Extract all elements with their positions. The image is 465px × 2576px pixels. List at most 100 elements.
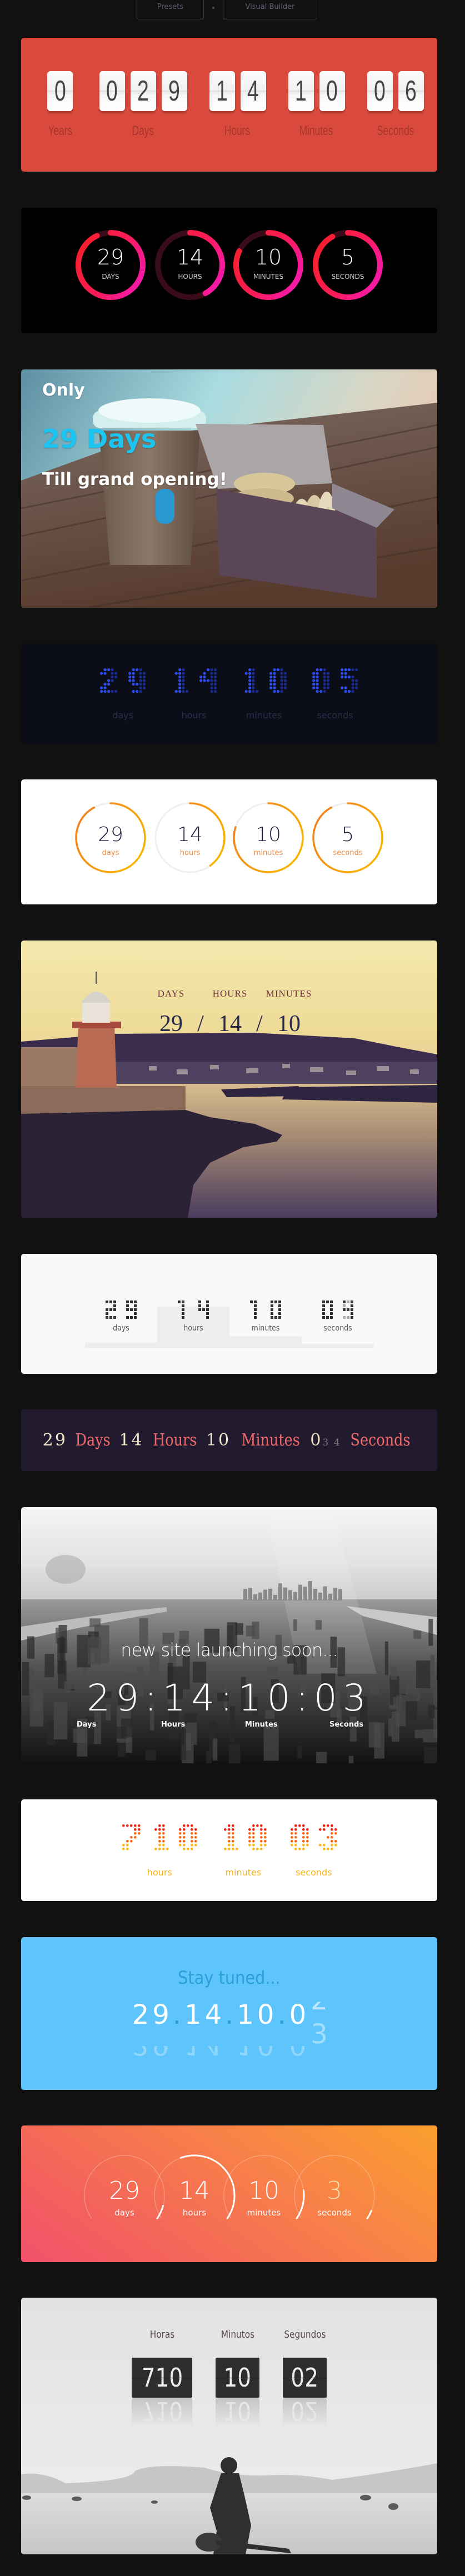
led-dot (214, 683, 217, 686)
led-dot (139, 690, 142, 693)
preset-vintage-lighthouse[interactable]: DAYS HOURS MINUTES 29 / 14 / 10 (21, 941, 437, 1218)
hours-value: 14 (119, 1430, 144, 1450)
seconds-label: Seconds (329, 1720, 364, 1729)
pixel-square (109, 1316, 112, 1319)
preset-inline-text[interactable]: 29 Days 14 Hours 10 Minutes 03 4 Seconds (21, 1409, 437, 1471)
flip-unit-label: Days (132, 123, 154, 138)
ring-days: 29 DAYS (75, 229, 146, 301)
preset-gradient-arcs[interactable]: 29 days 14 hours 10 minutes 3 seconds (21, 2125, 437, 2262)
led-dot (273, 683, 276, 686)
preset-grand-opening-photo[interactable]: Only 29 Days Till grand opening! (21, 369, 437, 608)
led-dot (306, 1836, 309, 1839)
led-dot (351, 690, 354, 693)
led-dot (122, 1844, 125, 1847)
led-dot (331, 1848, 333, 1850)
pixel-square (326, 1300, 329, 1303)
pixel-square (322, 1300, 325, 1303)
led-dot (130, 1840, 133, 1843)
preset-city-launch[interactable]: new site launching soon... 29:14:10:03 D… (21, 1507, 437, 1763)
building (388, 1718, 393, 1737)
led-dot (214, 690, 217, 693)
reflection-roll-slot (309, 2046, 326, 2060)
pixel-square (106, 1316, 108, 1319)
building (423, 1729, 437, 1743)
led-dot (277, 690, 280, 693)
preset-flip-clock-red[interactable]: 0 Years 0 2 9 Days 1 4 Hours 1 0 Minutes 0 6 Seconds (21, 38, 437, 172)
led-dot (294, 1832, 297, 1835)
preset-led-dots-warm[interactable]: hours minutes seconds (21, 1799, 437, 1901)
seconds-label: Seconds (350, 1430, 411, 1450)
hours-value: 14 (162, 1677, 221, 1719)
led-dot (260, 1844, 263, 1847)
skyscraper (273, 1594, 277, 1600)
led-dot (183, 1824, 186, 1827)
led-dot (248, 679, 252, 682)
arc-value: 10 (248, 2177, 279, 2205)
preset-stay-tuned[interactable]: Stay tuned... 29.14.10.023 29.14.10.0 (21, 1937, 437, 2090)
flip-clock-row: 0 Years 0 2 9 Days 1 4 Hours 1 0 Minutes 0 6 Seconds (43, 71, 424, 138)
building (263, 1725, 279, 1761)
pixel-square (274, 1316, 277, 1319)
led-dot (294, 1828, 297, 1831)
pixel-square (250, 1300, 253, 1303)
preset-desert-flip[interactable]: Horas 710 710 Minutos 10 10 Segundos 02 02 (21, 2298, 437, 2554)
building (246, 1625, 255, 1637)
led-dot (179, 1844, 182, 1847)
led-unit-hours (122, 1824, 197, 1850)
pixel-unit-label: hours (183, 1324, 203, 1333)
led-dot (111, 679, 114, 682)
vintage-value: 10 (277, 1011, 301, 1037)
led-dot (260, 1836, 263, 1839)
flip-unit-label: Horas (149, 2329, 174, 2340)
led-dot (323, 668, 326, 672)
led-dot (179, 1840, 182, 1843)
preset-circular-rings-orange[interactable]: 29 days 14 hours 10 minutes 5 seconds (21, 779, 437, 904)
pixel-square (330, 1312, 333, 1315)
led-dot (327, 676, 330, 679)
led-dot (323, 686, 326, 689)
preset-led-dots-blue[interactable]: days hours minutes seconds (21, 644, 437, 744)
led-dot (179, 1828, 182, 1831)
led-dot (341, 672, 344, 675)
led-dot (306, 1840, 309, 1843)
reflected-value: 10 (223, 2398, 252, 2426)
preset-pixel-bars[interactable]: days hours minutes seconds (21, 1254, 437, 1374)
presets-tab[interactable]: Presets (137, 0, 204, 19)
visual-builder-tab[interactable]: Visual Builder (223, 0, 317, 19)
led-dot (134, 1824, 137, 1827)
led-dot (100, 686, 103, 689)
led-dot (298, 1824, 301, 1827)
flip-unit-hours: 1 4 Hours (209, 71, 266, 138)
pixel-square (113, 1304, 116, 1307)
ring-seconds: 5 seconds (312, 802, 383, 873)
pixel-square (274, 1300, 277, 1303)
led-dot (158, 1844, 161, 1847)
led-dot (252, 1832, 255, 1835)
led-dot (316, 672, 319, 675)
led-dot (158, 1828, 161, 1831)
cup-logo (156, 489, 174, 524)
building (368, 1722, 381, 1748)
led-dot (210, 672, 213, 675)
led-dot (316, 690, 319, 693)
led-dot (280, 690, 283, 693)
led-dot (136, 683, 139, 686)
arc-value: 14 (179, 2177, 210, 2205)
led-dot (132, 668, 135, 672)
building (293, 1619, 297, 1631)
led-dot (248, 1844, 251, 1847)
led-dot (191, 1844, 193, 1847)
flip-digit-tile: 0 (319, 71, 345, 111)
flip-digit-tile: 0 (47, 71, 73, 111)
led-dot (252, 668, 255, 672)
skyscraper (288, 1590, 292, 1600)
headline-days-count: 29 Days (42, 424, 157, 454)
building (348, 1755, 354, 1763)
led-dot (264, 1832, 267, 1835)
preset-circular-rings-pink[interactable]: 29 DAYS 14 HOURS 10 MINUTES 5 SECONDS (21, 208, 437, 333)
led-dot (132, 690, 135, 693)
pixel-square (134, 1304, 137, 1307)
led-dot (162, 1832, 165, 1835)
pixel-square (126, 1316, 129, 1319)
arc-label: hours (182, 2208, 207, 2218)
